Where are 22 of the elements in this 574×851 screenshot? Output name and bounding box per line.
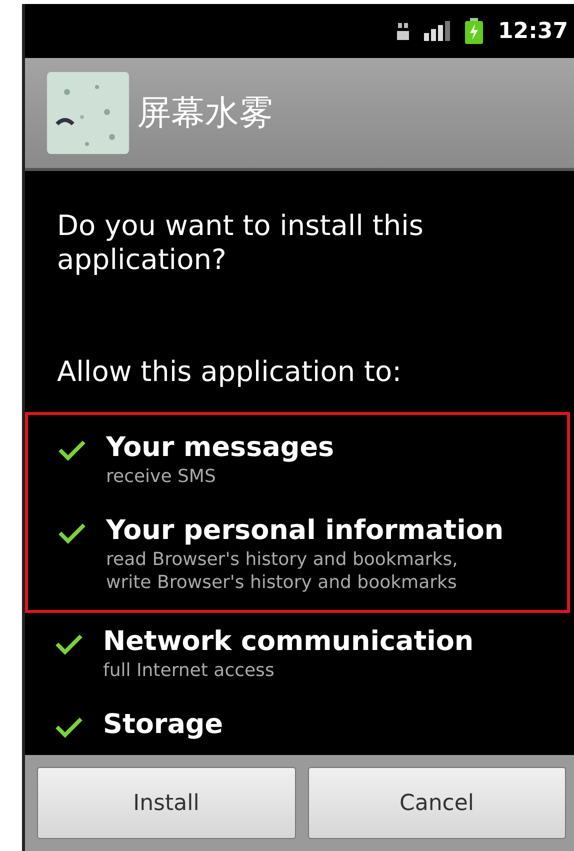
permission-title: Network communication	[103, 625, 474, 659]
cancel-button[interactable]: Cancel	[308, 767, 566, 839]
install-button[interactable]: Install	[37, 767, 296, 839]
battery-icon	[464, 18, 484, 44]
permission-detail: write Browser's history and bookmarks	[106, 571, 458, 594]
permission-detail: full Internet access	[103, 659, 276, 682]
check-icon	[58, 522, 86, 544]
permission-detail: read Browser's history and bookmarks,	[106, 548, 459, 571]
permission-detail: receive SMS	[106, 465, 217, 488]
permissions-heading: Allow this application to:	[56, 354, 403, 390]
check-icon	[55, 633, 83, 655]
check-icon	[58, 439, 86, 461]
permission-title: Your personal information	[106, 514, 504, 548]
app-name: 屏幕水雾	[137, 92, 273, 135]
install-question: Do you want to install this application?	[56, 208, 424, 277]
permission-title: Storage	[103, 708, 224, 742]
signal-icon	[424, 21, 450, 41]
permission-title: Your messages	[106, 431, 334, 465]
data-icon	[396, 21, 410, 41]
app-icon	[47, 72, 129, 154]
check-icon	[55, 716, 83, 738]
status-time: 12:37	[498, 18, 568, 44]
